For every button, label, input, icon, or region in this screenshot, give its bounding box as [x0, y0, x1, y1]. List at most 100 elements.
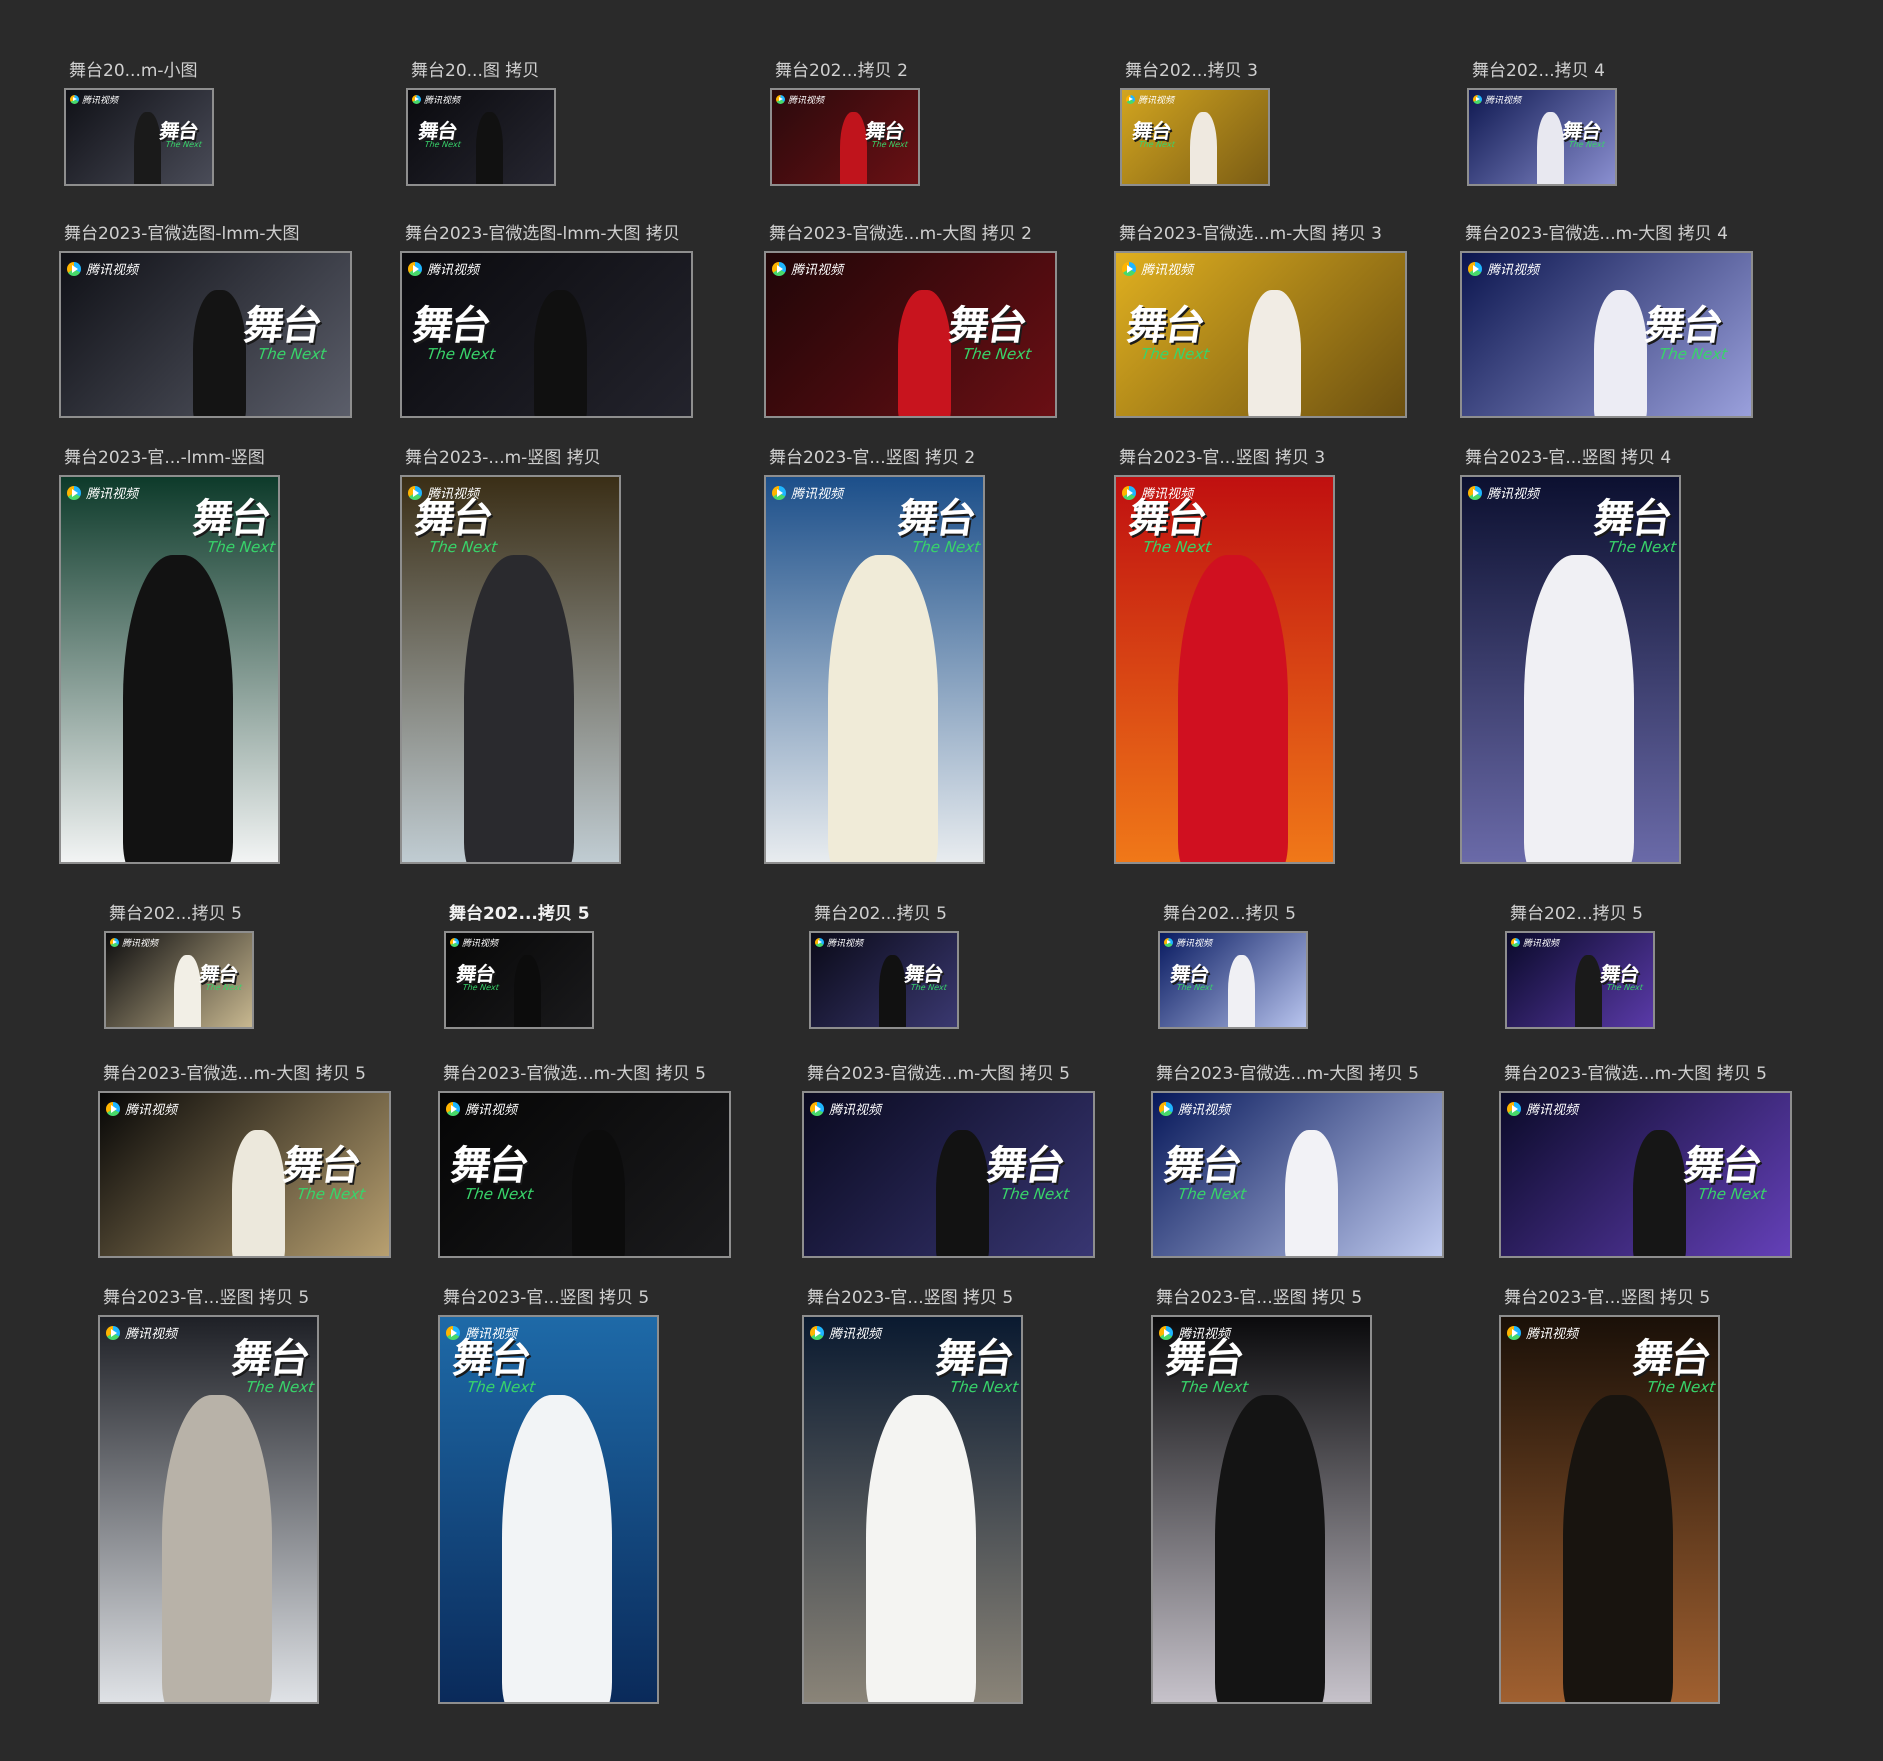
brand-text: 腾讯视频 [465, 1103, 518, 1118]
artboard-label[interactable]: 舞台2023-官...竖图 拷贝 5 [1504, 1287, 1710, 1309]
artboard-label[interactable]: 舞台202...拷贝 2 [775, 60, 908, 82]
artboard-thumbnail[interactable]: 腾讯视频 舞台 The Next [400, 251, 693, 418]
artboard-label[interactable]: 舞台202...拷贝 4 [1472, 60, 1605, 82]
artboard-item[interactable]: 舞台202...拷贝 3 腾讯视频 舞台 The Next [1120, 60, 1380, 188]
artboard-item[interactable]: 舞台202...拷贝 5 腾讯视频 舞台 The Next [444, 903, 704, 1031]
artboard-thumbnail[interactable]: 腾讯视频 舞台 The Next [1467, 88, 1617, 186]
show-logo-title: 舞台 [1629, 1336, 1713, 1382]
artboard-label[interactable]: 舞台2023-官微选...m-大图 拷贝 5 [443, 1063, 706, 1085]
artboard-label[interactable]: 舞台2023-官...-lmm-竖图 [64, 447, 265, 469]
artboard-label[interactable]: 舞台2023-官微选...m-大图 拷贝 3 [1119, 223, 1382, 245]
artboard-thumbnail[interactable]: 腾讯视频 舞台 The Next [1158, 931, 1308, 1029]
tencent-video-logo: 腾讯视频 [106, 1099, 177, 1118]
artboard-item[interactable]: 舞台202...拷贝 2 腾讯视频 舞台 The Next [770, 60, 1030, 188]
artboard-item[interactable]: 舞台2023-官微选...m-大图 拷贝 5 腾讯视频 舞台 The Next [438, 1063, 731, 1260]
artboard-item[interactable]: 舞台2023-官微选...m-大图 拷贝 5 腾讯视频 舞台 The Next [98, 1063, 391, 1260]
artboard-item[interactable]: 舞台2023-官微选...m-大图 拷贝 4 腾讯视频 舞台 The Next [1460, 223, 1753, 420]
artboard-thumbnail[interactable]: 腾讯视频 舞台 The Next [802, 1315, 1023, 1704]
artboard-thumbnail[interactable]: 腾讯视频 舞台 The Next [1499, 1091, 1792, 1258]
artboard-label[interactable]: 舞台2023-官微选...m-大图 拷贝 5 [1504, 1063, 1767, 1085]
artboard-item[interactable]: 舞台2023-官微选...m-大图 拷贝 2 腾讯视频 舞台 The Next [764, 223, 1057, 420]
artboard-item[interactable]: 舞台2023-官...竖图 拷贝 5 腾讯视频 舞台 The Next [98, 1287, 358, 1706]
show-logo-title: 舞台 [228, 1336, 312, 1382]
artboard-thumbnail[interactable]: 腾讯视频 舞台 The Next [1151, 1315, 1372, 1704]
artboard-thumbnail[interactable]: 腾讯视频 舞台 The Next [406, 88, 556, 186]
artboard-label[interactable]: 舞台2023-官...竖图 拷贝 5 [443, 1287, 649, 1309]
artboard-item[interactable]: 舞台2023-...m-竖图 拷贝腾讯视频 舞台 The Next [400, 447, 660, 866]
artboard-thumbnail[interactable]: 腾讯视频 舞台 The Next [770, 88, 920, 186]
performer-figure [897, 289, 951, 416]
artboard-thumbnail[interactable]: 腾讯视频 舞台 The Next [1151, 1091, 1444, 1258]
artboard-item[interactable]: 舞台202...拷贝 5 腾讯视频 舞台 The Next [104, 903, 364, 1031]
artboard-thumbnail[interactable]: 腾讯视频 舞台 The Next [1460, 475, 1681, 864]
artboard-label[interactable]: 舞台2023-官...竖图 拷贝 5 [807, 1287, 1013, 1309]
artboard-item[interactable]: 舞台2023-官...竖图 拷贝 5 腾讯视频 舞台 The Next [438, 1287, 698, 1706]
artboard-label[interactable]: 舞台202...拷贝 3 [1125, 60, 1258, 82]
brand-text: 腾讯视频 [829, 1327, 882, 1342]
artboard-label[interactable]: 舞台2023-官...竖图 拷贝 5 [1156, 1287, 1362, 1309]
artboard-item[interactable]: 舞台20...图 拷贝腾讯视频 舞台 The Next [406, 60, 666, 188]
artboard-item[interactable]: 舞台2023-官...竖图 拷贝 5 腾讯视频 舞台 The Next [1151, 1287, 1411, 1706]
artboard-item[interactable]: 舞台2023-官微选...m-大图 拷贝 5 腾讯视频 舞台 The Next [802, 1063, 1095, 1260]
artboard-item[interactable]: 舞台2023-官...竖图 拷贝 3 腾讯视频 舞台 The Next [1114, 447, 1374, 866]
artboard-thumbnail[interactable]: 腾讯视频 舞台 The Next [1505, 931, 1655, 1029]
artboard-label[interactable]: 舞台202...拷贝 5 [1163, 903, 1296, 925]
artboard-thumbnail[interactable]: 腾讯视频 舞台 The Next [98, 1315, 319, 1704]
artboard-thumbnail[interactable]: 腾讯视频 舞台 The Next [438, 1091, 731, 1258]
artboard-label[interactable]: 舞台2023-官微选图-lmm-大图 拷贝 [405, 223, 680, 245]
artboard-item[interactable]: 舞台2023-官微选...m-大图 拷贝 3 腾讯视频 舞台 The Next [1114, 223, 1407, 420]
artboard-thumbnail[interactable]: 腾讯视频 舞台 The Next [64, 88, 214, 186]
artboard-thumbnail[interactable]: 腾讯视频 舞台 The Next [1499, 1315, 1720, 1704]
artboard-item[interactable]: 舞台20...m-小图腾讯视频 舞台 The Next [64, 60, 324, 188]
artboard-label[interactable]: 舞台202...拷贝 5 [109, 903, 242, 925]
artboard-label[interactable]: 舞台202...拷贝 5 [1510, 903, 1643, 925]
artboard-label[interactable]: 舞台2023-官微选...m-大图 拷贝 5 [103, 1063, 366, 1085]
artboard-thumbnail[interactable]: 腾讯视频 舞台 The Next [1114, 475, 1335, 864]
artboard-thumbnail[interactable]: 腾讯视频 舞台 The Next [444, 931, 594, 1029]
artboard-thumbnail[interactable]: 腾讯视频 舞台 The Next [438, 1315, 659, 1704]
artboard-label[interactable]: 舞台202...拷贝 5 [814, 903, 947, 925]
artboard-item[interactable]: 舞台2023-官微选图-lmm-大图腾讯视频 舞台 The Next [59, 223, 352, 420]
artboard-label[interactable]: 舞台2023-官微选...m-大图 拷贝 5 [1156, 1063, 1419, 1085]
show-logo: 舞台 The Next [1168, 962, 1216, 992]
artboard-item[interactable]: 舞台2023-官...竖图 拷贝 2 腾讯视频 舞台 The Next [764, 447, 1024, 866]
artboard-item[interactable]: 舞台202...拷贝 5 腾讯视频 舞台 The Next [1505, 903, 1765, 1031]
artboard-item[interactable]: 舞台2023-官...竖图 拷贝 5 腾讯视频 舞台 The Next [1499, 1287, 1759, 1706]
artboard-item[interactable]: 舞台2023-官...竖图 拷贝 5 腾讯视频 舞台 The Next [802, 1287, 1062, 1706]
artboard-label[interactable]: 舞台202...拷贝 5 [449, 903, 590, 925]
artboard-label[interactable]: 舞台2023-官...竖图 拷贝 3 [1119, 447, 1325, 469]
artboard-label[interactable]: 舞台2023-官微选...m-大图 拷贝 2 [769, 223, 1032, 245]
show-logo-subtitle: The Next [910, 538, 982, 556]
artboard-item[interactable]: 舞台202...拷贝 5 腾讯视频 舞台 The Next [1158, 903, 1418, 1031]
artboard-item[interactable]: 舞台2023-官...竖图 拷贝 4 腾讯视频 舞台 The Next [1460, 447, 1720, 866]
artboard-thumbnail[interactable]: 腾讯视频 舞台 The Next [764, 475, 985, 864]
artboard-thumbnail[interactable]: 腾讯视频 舞台 The Next [98, 1091, 391, 1258]
artboard-label[interactable]: 舞台20...图 拷贝 [411, 60, 539, 82]
artboard-thumbnail[interactable]: 腾讯视频 舞台 The Next [59, 475, 280, 864]
artboard-item[interactable]: 舞台2023-官微选图-lmm-大图 拷贝腾讯视频 舞台 The Next [400, 223, 693, 420]
artboard-label[interactable]: 舞台2023-官微选...m-大图 拷贝 5 [807, 1063, 1070, 1085]
performer-figure [935, 1129, 989, 1256]
artboard-item[interactable]: 舞台2023-官...-lmm-竖图腾讯视频 舞台 The Next [59, 447, 319, 866]
artboard-item[interactable]: 舞台202...拷贝 5 腾讯视频 舞台 The Next [809, 903, 1069, 1031]
artboard-thumbnail[interactable]: 腾讯视频 舞台 The Next [400, 475, 621, 864]
artboard-label[interactable]: 舞台2023-官...竖图 拷贝 5 [103, 1287, 309, 1309]
artboard-thumbnail[interactable]: 腾讯视频 舞台 The Next [1460, 251, 1753, 418]
artboard-item[interactable]: 舞台2023-官微选...m-大图 拷贝 5 腾讯视频 舞台 The Next [1499, 1063, 1792, 1260]
artboard-label[interactable]: 舞台20...m-小图 [69, 60, 198, 82]
artboard-label[interactable]: 舞台2023-官微选图-lmm-大图 [64, 223, 300, 245]
artboard-thumbnail[interactable]: 腾讯视频 舞台 The Next [1120, 88, 1270, 186]
show-logo-subtitle: The Next [1138, 140, 1176, 150]
artboard-label[interactable]: 舞台2023-官...竖图 拷贝 2 [769, 447, 975, 469]
artboard-item[interactable]: 舞台2023-官微选...m-大图 拷贝 5 腾讯视频 舞台 The Next [1151, 1063, 1444, 1260]
artboard-label[interactable]: 舞台2023-官微选...m-大图 拷贝 4 [1465, 223, 1728, 245]
artboard-thumbnail[interactable]: 腾讯视频 舞台 The Next [802, 1091, 1095, 1258]
artboard-thumbnail[interactable]: 腾讯视频 舞台 The Next [809, 931, 959, 1029]
artboard-thumbnail[interactable]: 腾讯视频 舞台 The Next [1114, 251, 1407, 418]
artboard-label[interactable]: 舞台2023-...m-竖图 拷贝 [405, 447, 601, 469]
artboard-label[interactable]: 舞台2023-官...竖图 拷贝 4 [1465, 447, 1671, 469]
artboard-thumbnail[interactable]: 腾讯视频 舞台 The Next [764, 251, 1057, 418]
artboard-item[interactable]: 舞台202...拷贝 4 腾讯视频 舞台 The Next [1467, 60, 1727, 188]
artboard-thumbnail[interactable]: 腾讯视频 舞台 The Next [104, 931, 254, 1029]
artboard-thumbnail[interactable]: 腾讯视频 舞台 The Next [59, 251, 352, 418]
